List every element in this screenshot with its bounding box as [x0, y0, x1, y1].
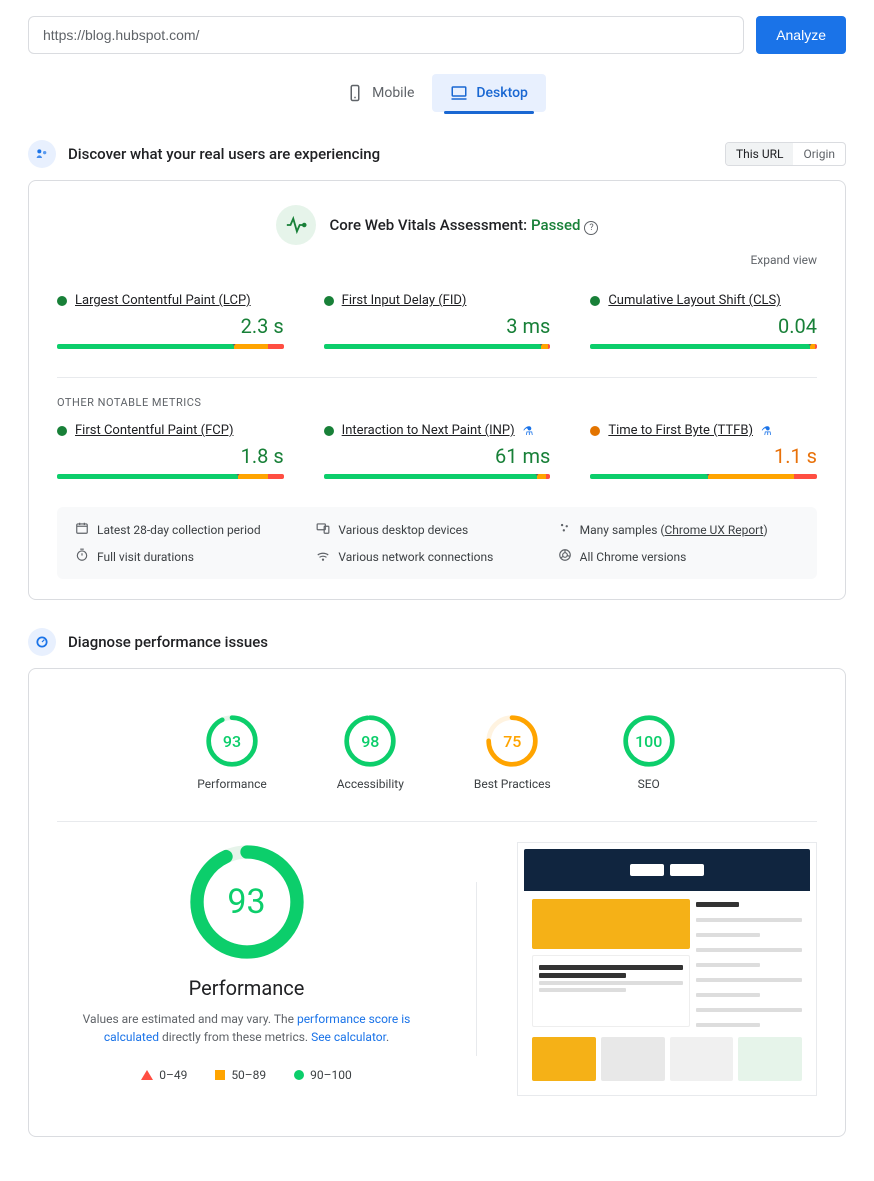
metric: Time to First Byte (TTFB) ⚗ 1.1 s — [590, 423, 817, 479]
metric-name[interactable]: Interaction to Next Paint (INP) — [342, 423, 515, 438]
gauge-performance[interactable]: 93 Performance — [197, 713, 266, 791]
distribution-bar — [324, 344, 551, 349]
divider — [476, 882, 477, 1056]
gauge-value: 75 — [484, 713, 540, 769]
gauge-value: 98 — [342, 713, 398, 769]
metric-value: 1.8 s — [57, 444, 284, 468]
help-icon[interactable]: ? — [584, 221, 598, 235]
legend-shape — [141, 1070, 153, 1080]
other-metrics-heading: OTHER NOTABLE METRICS — [57, 396, 817, 409]
metric-name[interactable]: Time to First Byte (TTFB) — [608, 423, 753, 438]
legend-shape — [215, 1070, 225, 1080]
status-dot — [590, 426, 600, 436]
scope-toggle: This URL Origin — [725, 142, 846, 166]
status-dot — [57, 296, 67, 306]
diagnose-heading: Diagnose performance issues — [68, 633, 846, 651]
gauge-icon — [28, 628, 56, 656]
tab-mobile-label: Mobile — [372, 85, 414, 101]
scope-this-url[interactable]: This URL — [726, 143, 794, 165]
distribution-bar — [590, 344, 817, 349]
device-tabs: Mobile Desktop — [28, 74, 846, 112]
distribution-bar — [57, 344, 284, 349]
beaker-icon: ⚗ — [761, 424, 772, 438]
distribution-bar — [590, 474, 817, 479]
gauge-label: SEO — [621, 777, 677, 791]
metric-value: 2.3 s — [57, 314, 284, 338]
users-icon — [28, 140, 56, 168]
performance-title: Performance — [57, 976, 436, 1000]
gauge-label: Performance — [197, 777, 266, 791]
performance-gauge-large: 93 — [187, 842, 307, 962]
pulse-icon — [276, 205, 316, 245]
chrome-icon — [558, 548, 572, 565]
gauge-accessibility[interactable]: 98 Accessibility — [337, 713, 404, 791]
tab-desktop-label: Desktop — [476, 85, 527, 101]
tab-mobile[interactable]: Mobile — [328, 74, 432, 112]
gauge-value: 100 — [621, 713, 677, 769]
metric: First Contentful Paint (FCP) 1.8 s — [57, 423, 284, 479]
metric-name[interactable]: First Contentful Paint (FCP) — [75, 423, 234, 438]
crux-heading: Discover what your real users are experi… — [68, 145, 713, 163]
metric-value: 3 ms — [324, 314, 551, 338]
distribution-bar — [57, 474, 284, 479]
analyze-button[interactable]: Analyze — [756, 16, 846, 54]
footer-link[interactable]: Chrome UX Report — [664, 523, 763, 537]
legend-item: 50–89 — [215, 1068, 266, 1082]
cwv-status: Passed — [531, 216, 581, 234]
metric: Cumulative Layout Shift (CLS) 0.04 — [590, 293, 817, 349]
footer-item: Latest 28-day collection period — [75, 521, 316, 538]
phone-icon — [346, 84, 364, 102]
desktop-icon — [450, 84, 468, 102]
devices-icon — [316, 521, 330, 538]
metric-name[interactable]: Cumulative Layout Shift (CLS) — [608, 293, 780, 308]
crux-card: Core Web Vitals Assessment: Passed ? Exp… — [28, 180, 846, 600]
performance-gauge-large-value: 93 — [187, 842, 307, 962]
metric: First Input Delay (FID) 3 ms — [324, 293, 551, 349]
lighthouse-card: 93 Performance 98 Accessibility 75 Best … — [28, 668, 846, 1137]
footer-item: Various desktop devices — [316, 521, 557, 538]
tab-desktop[interactable]: Desktop — [432, 74, 545, 112]
metric-value: 0.04 — [590, 314, 817, 338]
network-icon — [316, 548, 330, 565]
distribution-bar — [324, 474, 551, 479]
gauge-label: Accessibility — [337, 777, 404, 791]
cwv-title: Core Web Vitals Assessment: — [330, 216, 528, 234]
footer-item: Various network connections — [316, 548, 557, 565]
status-dot — [57, 426, 67, 436]
gauge-seo[interactable]: 100 SEO — [621, 713, 677, 791]
page-screenshot — [517, 842, 817, 1096]
beaker-icon: ⚗ — [523, 424, 534, 438]
metric-value: 61 ms — [324, 444, 551, 468]
status-dot — [590, 296, 600, 306]
footer-item: Full visit durations — [75, 548, 316, 565]
metric-name[interactable]: First Input Delay (FID) — [342, 293, 467, 308]
performance-description: Values are estimated and may vary. The p… — [77, 1010, 417, 1046]
status-dot — [324, 426, 334, 436]
gauge-best-practices[interactable]: 75 Best Practices — [474, 713, 551, 791]
gauge-value: 93 — [204, 713, 260, 769]
calculator-link[interactable]: See calculator — [311, 1030, 386, 1044]
metric-value: 1.1 s — [590, 444, 817, 468]
gauge-label: Best Practices — [474, 777, 551, 791]
expand-view-link[interactable]: Expand view — [750, 253, 817, 267]
status-dot — [324, 296, 334, 306]
footer-item: All Chrome versions — [558, 548, 799, 565]
metric: Largest Contentful Paint (LCP) 2.3 s — [57, 293, 284, 349]
legend-item: 0–49 — [141, 1068, 187, 1082]
metric: Interaction to Next Paint (INP) ⚗ 61 ms — [324, 423, 551, 479]
metric-name[interactable]: Largest Contentful Paint (LCP) — [75, 293, 251, 308]
calendar-icon — [75, 521, 89, 538]
legend-shape — [294, 1070, 304, 1080]
scope-origin[interactable]: Origin — [793, 143, 845, 165]
url-input[interactable] — [28, 16, 744, 54]
legend-item: 90–100 — [294, 1068, 352, 1082]
footer-item: Many samples (Chrome UX Report) — [558, 521, 799, 538]
timer-icon — [75, 548, 89, 565]
samples-icon — [558, 521, 572, 538]
